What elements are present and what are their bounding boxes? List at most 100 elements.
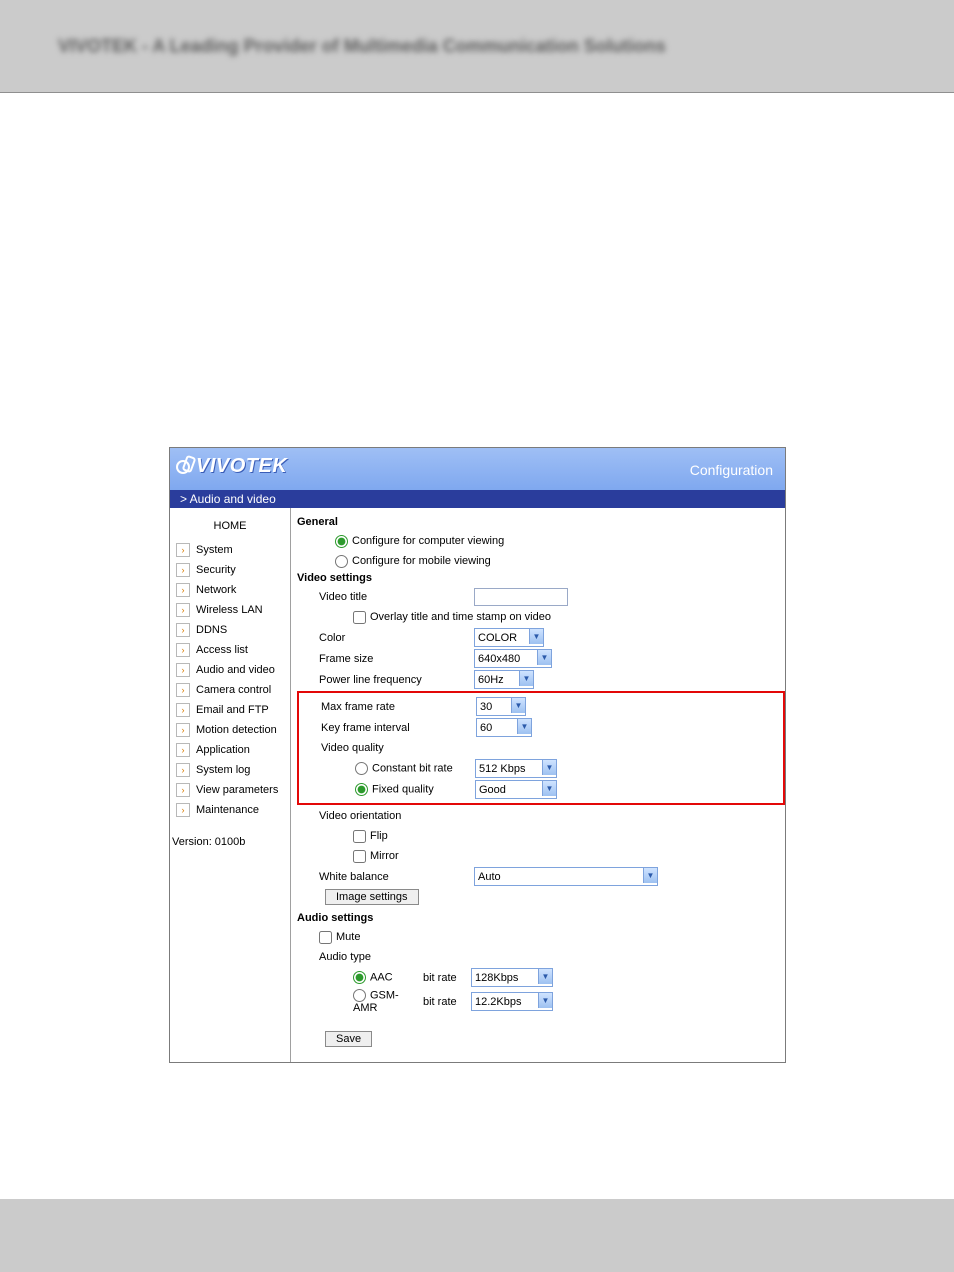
mirror-checkbox[interactable] [353, 850, 366, 863]
sidebar-item-label: Network [196, 584, 236, 596]
bit-rate-label: bit rate [423, 972, 471, 984]
plf-select[interactable]: 60Hz▼ [474, 670, 534, 689]
frame-size-select[interactable]: 640x480▼ [474, 649, 552, 668]
sidebar-item-label: DDNS [196, 624, 227, 636]
arrow-right-icon: › [176, 643, 190, 657]
sidebar-item-network[interactable]: › Network [170, 580, 290, 600]
sidebar-item-wireless-lan[interactable]: ›Wireless LAN [170, 600, 290, 620]
sidebar-item-email-and-ftp[interactable]: ›Email and FTP [170, 700, 290, 720]
arrow-right-icon: › [176, 543, 190, 557]
version-label: Version: 0100b [170, 820, 290, 848]
key-frame-interval-select[interactable]: 60▼ [476, 718, 532, 737]
arrow-right-icon: › [176, 683, 190, 697]
arrow-right-icon: › [176, 763, 190, 777]
arrow-right-icon: › [176, 723, 190, 737]
sidebar-item-access-list[interactable]: › Access list [170, 640, 290, 660]
chevron-down-icon: ▼ [511, 698, 525, 713]
color-label: Color [297, 632, 474, 644]
mute-checkbox[interactable] [319, 931, 332, 944]
brand-logo: VIVOTEK [176, 454, 287, 478]
chevron-down-icon: ▼ [542, 760, 556, 775]
sidebar-item-maintenance[interactable]: ›Maintenance [170, 800, 290, 820]
sidebar-item-label: Security [196, 564, 236, 576]
color-select[interactable]: COLOR▼ [474, 628, 544, 647]
flip-checkbox[interactable] [353, 830, 366, 843]
sidebar-item-label: System log [196, 764, 250, 776]
sidebar-item-label: View parameters [196, 784, 278, 796]
sidebar-item-motion-detection[interactable]: › Motion detection [170, 720, 290, 740]
arrow-right-icon: › [176, 743, 190, 757]
video-title-input[interactable] [474, 588, 568, 606]
computer-viewing-label: Configure for computer viewing [352, 535, 504, 547]
white-balance-label: White balance [297, 871, 474, 883]
mobile-viewing-label: Configure for mobile viewing [352, 555, 491, 567]
arrow-right-icon: › [176, 703, 190, 717]
sidebar-item-system-log[interactable]: › System log [170, 760, 290, 780]
bit-rate-label: bit rate [423, 996, 471, 1008]
sidebar-item-label: Camera control [196, 684, 271, 696]
sidebar-item-label: Audio and video [196, 664, 275, 676]
highlighted-section: Max frame rate30▼ Key frame interval60▼ … [297, 691, 785, 805]
overlay-checkbox[interactable] [353, 611, 366, 624]
max-frame-rate-select[interactable]: 30▼ [476, 697, 526, 716]
arrow-right-icon: › [176, 663, 190, 677]
arrow-right-icon: › [176, 583, 190, 597]
mirror-label: Mirror [370, 850, 399, 862]
chevron-down-icon: ▼ [542, 781, 556, 796]
radio-mobile-viewing[interactable] [335, 555, 348, 568]
chevron-down-icon: ▼ [537, 650, 551, 665]
sidebar-item-application[interactable]: ›Application [170, 740, 290, 760]
plf-label: Power line frequency [297, 674, 474, 686]
chevron-down-icon: ▼ [517, 719, 531, 734]
sidebar-item-label: Maintenance [196, 804, 259, 816]
white-balance-select[interactable]: Auto▼ [474, 867, 658, 886]
sidebar-home[interactable]: HOME [170, 514, 290, 540]
chevron-down-icon: ▼ [538, 969, 552, 984]
radio-constant-bit-rate[interactable] [355, 762, 368, 775]
sidebar-item-system[interactable]: › System [170, 540, 290, 560]
constant-bit-rate-label: Constant bit rate [372, 762, 453, 774]
sidebar-item-security[interactable]: ›Security [170, 560, 290, 580]
image-settings-button[interactable]: Image settings [325, 889, 419, 905]
general-section-title: General [297, 516, 785, 528]
gsm-bitrate-select[interactable]: 12.2Kbps▼ [471, 992, 553, 1011]
breadcrumb: > Audio and video [170, 490, 785, 508]
video-quality-label: Video quality [321, 742, 384, 754]
video-settings-title: Video settings [297, 572, 785, 584]
video-orientation-label: Video orientation [319, 810, 401, 822]
radio-aac[interactable] [353, 971, 366, 984]
content-area: General Configure for computer viewing C… [291, 508, 785, 1062]
sidebar-item-label: System [196, 544, 233, 556]
mute-label: Mute [336, 931, 360, 943]
sidebar-item-camera-control[interactable]: › Camera control [170, 680, 290, 700]
radio-fixed-quality[interactable] [355, 783, 368, 796]
arrow-right-icon: › [176, 623, 190, 637]
constant-bit-rate-select[interactable]: 512 Kbps▼ [475, 759, 557, 778]
save-button[interactable]: Save [325, 1031, 372, 1047]
sidebar-item-label: Motion detection [196, 724, 277, 736]
chevron-down-icon: ▼ [538, 993, 552, 1008]
video-title-label: Video title [297, 591, 474, 603]
camera-icon [176, 456, 192, 474]
frame-size-label: Frame size [297, 653, 474, 665]
window-header: VIVOTEK Configuration [170, 448, 785, 490]
sidebar-item-view-parameters[interactable]: › View parameters [170, 780, 290, 800]
page-title: Configuration [690, 462, 773, 478]
fixed-quality-label: Fixed quality [372, 783, 434, 795]
aac-label: AAC [370, 971, 393, 983]
sidebar-item-label: Wireless LAN [196, 604, 263, 616]
doc-header-blur: VIVOTEK - A Leading Provider of Multimed… [0, 0, 954, 57]
radio-computer-viewing[interactable] [335, 535, 348, 548]
chevron-down-icon: ▼ [519, 671, 533, 686]
arrow-right-icon: › [176, 783, 190, 797]
radio-gsm-amr[interactable] [353, 989, 366, 1002]
overlay-label: Overlay title and time stamp on video [370, 611, 551, 623]
sidebar-item-ddns[interactable]: › DDNS [170, 620, 290, 640]
sidebar-item-label: Access list [196, 644, 248, 656]
flip-label: Flip [370, 830, 388, 842]
fixed-quality-select[interactable]: Good▼ [475, 780, 557, 799]
aac-bitrate-select[interactable]: 128Kbps▼ [471, 968, 553, 987]
config-window: VIVOTEK Configuration > Audio and video … [169, 447, 786, 1063]
sidebar-item-audio-and-video[interactable]: › Audio and video [170, 660, 290, 680]
chevron-down-icon: ▼ [643, 868, 657, 883]
